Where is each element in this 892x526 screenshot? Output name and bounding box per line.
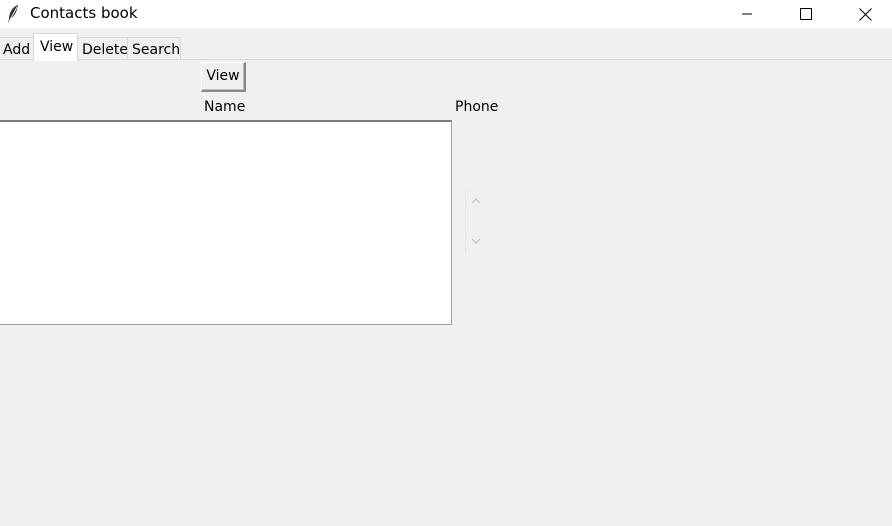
chevron-up-icon[interactable] (469, 194, 483, 208)
maximize-icon (799, 7, 813, 21)
tab-view[interactable]: View (33, 33, 78, 61)
name-column-label: Name (204, 99, 246, 115)
tab-delete[interactable]: Delete (77, 37, 128, 60)
view-button[interactable]: View (201, 62, 246, 92)
scrollbar-track[interactable] (465, 190, 466, 254)
maximize-button[interactable] (783, 0, 829, 28)
minimize-icon (741, 8, 753, 20)
chevron-down-icon[interactable] (469, 234, 483, 248)
close-button[interactable] (842, 0, 888, 28)
contacts-book-window: Contacts book Add View Delete Search Vie… (0, 0, 892, 526)
close-icon (858, 7, 872, 21)
title-bar[interactable]: Contacts book (0, 0, 892, 28)
phone-column-label: Phone (455, 99, 499, 115)
listbox-scrollbar[interactable] (465, 190, 483, 254)
tab-search[interactable]: Search (127, 37, 181, 60)
minimize-button[interactable] (724, 0, 770, 28)
window-title: Contacts book (30, 4, 138, 22)
feather-icon (6, 4, 20, 24)
tab-add[interactable]: Add (0, 37, 34, 60)
contacts-listbox[interactable] (0, 120, 452, 325)
